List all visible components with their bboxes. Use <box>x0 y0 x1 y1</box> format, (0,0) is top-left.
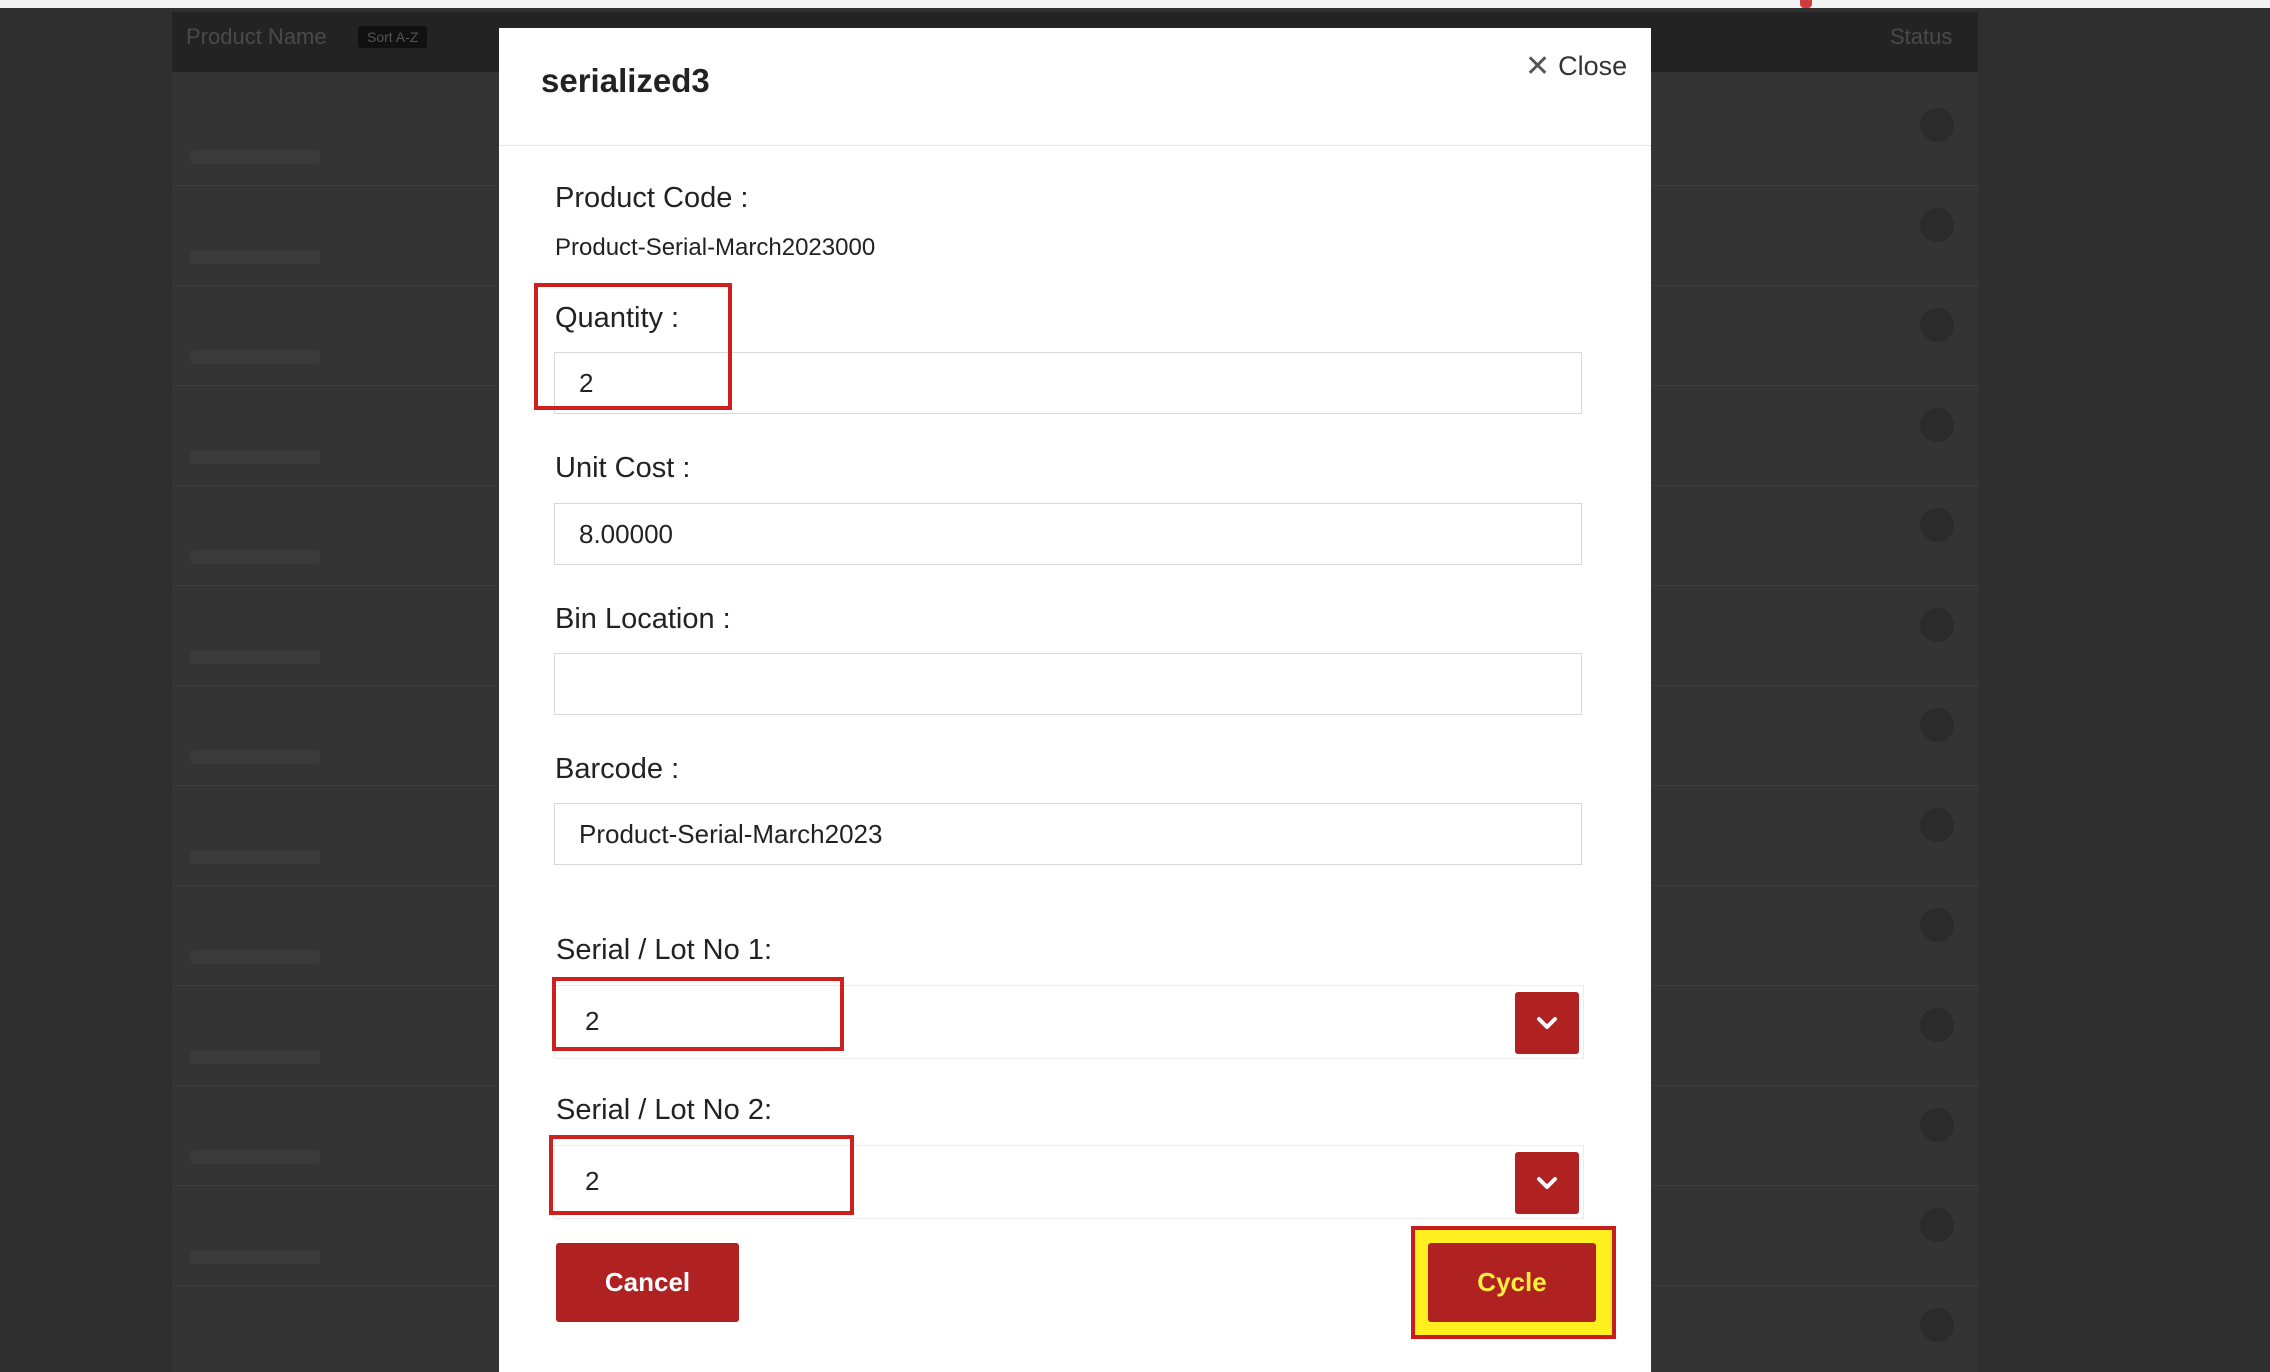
serial-lot-2-label: Serial / Lot No 2: <box>556 1094 772 1126</box>
status-indicator <box>1920 808 1954 842</box>
bin-location-input[interactable] <box>554 653 1582 715</box>
serial-lot-1-label: Serial / Lot No 1: <box>556 934 772 966</box>
close-label: Close <box>1558 51 1628 81</box>
status-indicator <box>1920 608 1954 642</box>
column-product-name: Product Name <box>186 24 327 49</box>
cycle-count-modal: serialized3 ✕ Close Product Code : Produ… <box>499 28 1651 1372</box>
status-indicator <box>1920 108 1954 142</box>
serial-lot-1-select[interactable]: 2 <box>554 985 1584 1059</box>
row-text-placeholder <box>190 850 320 864</box>
browser-top-strip <box>0 0 2270 8</box>
status-indicator <box>1920 1208 1954 1242</box>
row-text-placeholder <box>190 1250 320 1264</box>
row-text-placeholder <box>190 1150 320 1164</box>
cancel-button[interactable]: Cancel <box>556 1243 739 1322</box>
quantity-label: Quantity : <box>555 302 680 334</box>
row-text-placeholder <box>190 550 320 564</box>
unit-cost-input[interactable] <box>554 503 1582 565</box>
row-text-placeholder <box>190 650 320 664</box>
chevron-down-icon <box>1537 1177 1557 1189</box>
status-indicator <box>1920 208 1954 242</box>
quantity-input[interactable] <box>554 352 1582 414</box>
status-indicator <box>1920 508 1954 542</box>
status-indicator <box>1920 1308 1954 1342</box>
barcode-label: Barcode : <box>555 753 680 785</box>
bin-location-label: Bin Location : <box>555 603 731 635</box>
status-indicator <box>1920 408 1954 442</box>
modal-header: serialized3 ✕ Close <box>499 28 1651 146</box>
serial-lot-1-value: 2 <box>585 1006 600 1036</box>
close-button[interactable]: ✕ Close <box>1525 51 1627 82</box>
chevron-down-icon <box>1537 1017 1557 1029</box>
close-icon: ✕ <box>1525 49 1551 83</box>
serial-lot-2-select[interactable]: 2 <box>554 1145 1584 1219</box>
sort-badge: Sort A-Z <box>358 26 428 48</box>
serial-lot-2-value: 2 <box>585 1166 600 1196</box>
product-code-value: Product-Serial-March2023000 <box>555 234 876 261</box>
row-text-placeholder <box>190 250 320 264</box>
column-status: Status <box>1890 24 1953 49</box>
top-indicator <box>1800 0 1812 8</box>
status-indicator <box>1920 308 1954 342</box>
status-indicator <box>1920 708 1954 742</box>
serial-lot-2-dropdown-button[interactable] <box>1515 1152 1579 1214</box>
modal-title: serialized3 <box>541 62 710 99</box>
row-text-placeholder <box>190 450 320 464</box>
unit-cost-label: Unit Cost : <box>555 452 691 484</box>
status-indicator <box>1920 908 1954 942</box>
row-text-placeholder <box>190 750 320 764</box>
cycle-button[interactable]: Cycle <box>1428 1243 1596 1322</box>
row-text-placeholder <box>190 950 320 964</box>
status-indicator <box>1920 1108 1954 1142</box>
serial-lot-1-dropdown-button[interactable] <box>1515 992 1579 1054</box>
barcode-input[interactable] <box>554 803 1582 865</box>
status-indicator <box>1920 1008 1954 1042</box>
row-text-placeholder <box>190 1050 320 1064</box>
product-code-label: Product Code : <box>555 182 749 214</box>
row-text-placeholder <box>190 350 320 364</box>
row-text-placeholder <box>190 150 320 164</box>
